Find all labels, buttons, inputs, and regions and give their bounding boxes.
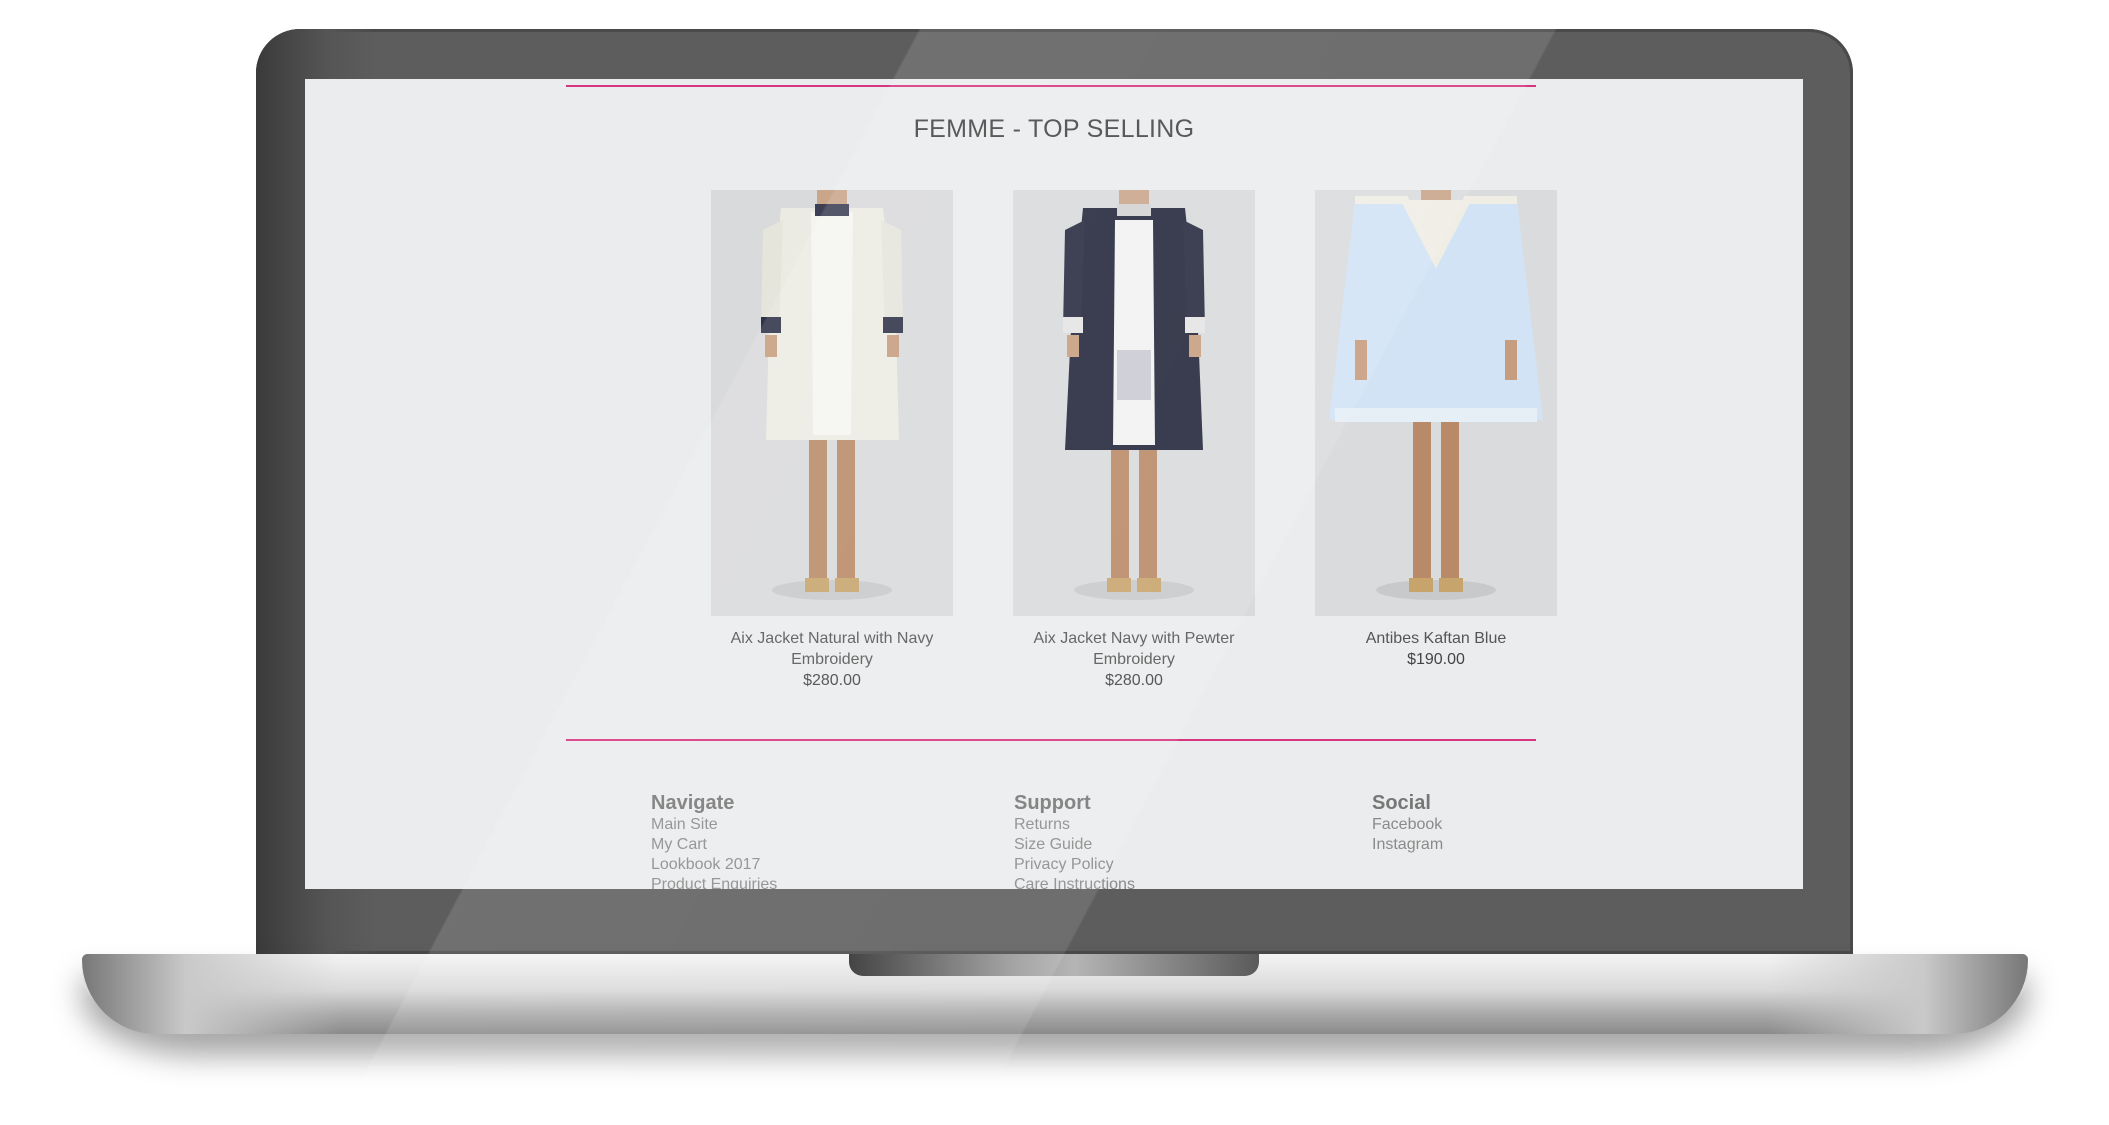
footer-support: Support Returns Size Guide Privacy Polic…: [1014, 791, 1135, 889]
website-screen: FEMME - TOP SELLING Aix Jacket Natural w…: [305, 79, 1803, 889]
product-image[interactable]: [1315, 190, 1557, 616]
product-image[interactable]: [1013, 190, 1255, 616]
product-price: $280.00: [803, 672, 861, 689]
product-card[interactable]: Antibes Kaftan Blue $190.00: [1306, 190, 1566, 671]
product-price: $280.00: [1105, 672, 1163, 689]
bottom-divider: [566, 739, 1536, 741]
product-name[interactable]: Aix Jacket Navy with Pewter Embroidery: [1004, 628, 1264, 670]
footer-link-lookbook[interactable]: Lookbook 2017: [651, 855, 777, 875]
footer-link-instagram[interactable]: Instagram: [1372, 835, 1443, 855]
footer-heading: Social: [1372, 792, 1431, 814]
footer-link-facebook[interactable]: Facebook: [1372, 815, 1443, 835]
footer-social: Social Facebook Instagram: [1372, 791, 1443, 855]
footer-link-care-instructions[interactable]: Care Instructions: [1014, 875, 1135, 889]
footer-heading: Support: [1014, 792, 1091, 814]
product-card[interactable]: Aix Jacket Navy with Pewter Embroidery $…: [1004, 190, 1264, 692]
footer-link-product-enquiries[interactable]: Product Enquiries: [651, 875, 777, 889]
footer-link-size-guide[interactable]: Size Guide: [1014, 835, 1135, 855]
base-shade-left: [82, 954, 342, 1034]
footer-navigate: Navigate Main Site My Cart Lookbook 2017…: [651, 791, 777, 889]
footer-heading: Navigate: [651, 792, 735, 814]
product-image[interactable]: [711, 190, 953, 616]
laptop-notch: [849, 954, 1259, 976]
laptop-mockup: FEMME - TOP SELLING Aix Jacket Natural w…: [0, 0, 2109, 1125]
footer-link-my-cart[interactable]: My Cart: [651, 835, 777, 855]
footer-link-returns[interactable]: Returns: [1014, 815, 1135, 835]
product-name[interactable]: Antibes Kaftan Blue: [1306, 628, 1566, 649]
footer-link-main-site[interactable]: Main Site: [651, 815, 777, 835]
product-name[interactable]: Aix Jacket Natural with Navy Embroidery: [702, 628, 962, 670]
product-grid: Aix Jacket Natural with Navy Embroidery …: [305, 79, 1803, 739]
base-shade-right: [1768, 954, 2028, 1034]
product-card[interactable]: Aix Jacket Natural with Navy Embroidery …: [702, 190, 962, 692]
footer-link-privacy-policy[interactable]: Privacy Policy: [1014, 855, 1135, 875]
product-price: $190.00: [1407, 651, 1465, 668]
